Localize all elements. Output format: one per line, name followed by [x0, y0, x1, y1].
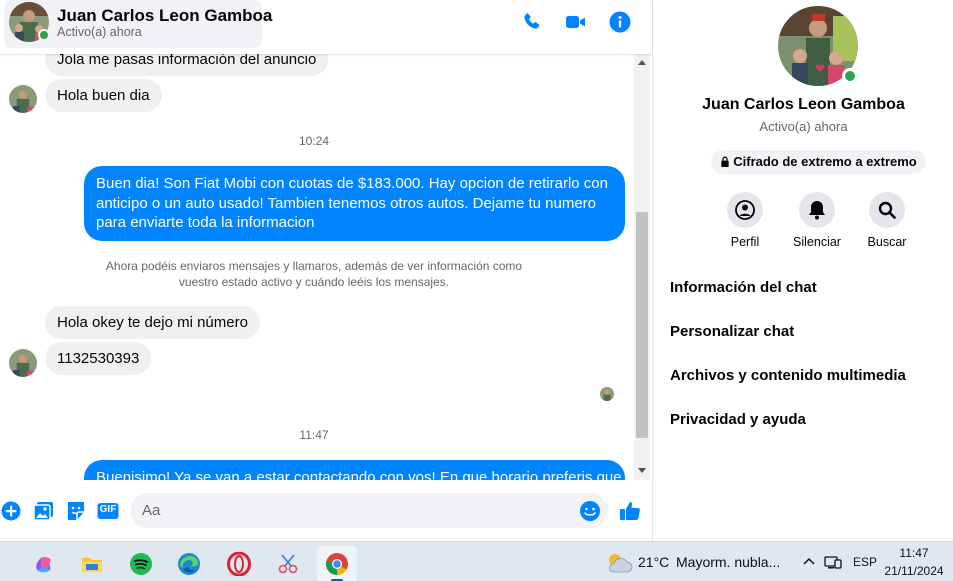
clock-time[interactable]: 11:47 — [884, 546, 944, 560]
gif-label: GIF — [99, 504, 117, 515]
lock-icon — [721, 156, 729, 167]
contact-status: Activo(a) ahora — [57, 25, 142, 39]
online-indicator — [842, 68, 858, 84]
sticker-icon[interactable] — [64, 499, 88, 523]
message-composer: GIF — [0, 488, 652, 534]
message-input[interactable] — [130, 493, 608, 528]
search-action[interactable]: Buscar — [851, 192, 923, 249]
taskbar-opera[interactable] — [219, 546, 259, 581]
edge-icon — [178, 553, 200, 575]
taskbar-file-explorer[interactable] — [72, 546, 112, 581]
read-receipt-avatar — [600, 387, 614, 401]
snipping-tool-icon — [278, 554, 298, 574]
video-camera-icon[interactable] — [564, 10, 588, 34]
thumbs-up-icon[interactable] — [618, 499, 642, 523]
mute-action-label: Silenciar — [793, 235, 841, 249]
message-bubble-incoming: Hola okey te dejo mi número — [45, 306, 260, 339]
windows-taskbar: 21°C Mayorm. nubla... ESP 11:47 21/11/20… — [0, 541, 953, 581]
profile-name: Juan Carlos Leon Gamboa — [702, 96, 905, 113]
contact-header-button[interactable]: Juan Carlos Leon Gamboa Activo(a) ahora — [4, 0, 272, 48]
online-indicator — [38, 29, 50, 41]
message-list[interactable]: Jola me pasas información del anuncio Ho… — [0, 54, 652, 480]
network-icon[interactable] — [824, 554, 842, 570]
contact-avatar-small — [9, 85, 37, 113]
chrome-icon — [326, 553, 348, 575]
weather-temperature: 21°C — [638, 554, 670, 570]
menu-privacy-help[interactable]: Privacidad y ayuda — [670, 411, 806, 428]
profile-action[interactable]: Perfil — [709, 192, 781, 249]
scroll-up-arrow[interactable] — [638, 60, 646, 65]
photo-icon[interactable] — [32, 499, 56, 523]
message-bubble-outgoing: Buenisimo! Ya se van a estar contactando… — [84, 460, 625, 480]
message-bubble-incoming: 1132530393 — [45, 342, 152, 375]
search-icon — [869, 192, 905, 228]
message-bubble-incoming: Jola me pasas información del anuncio — [45, 54, 329, 76]
gif-icon[interactable]: GIF — [96, 499, 120, 523]
message-scrollbar[interactable] — [634, 54, 650, 480]
taskbar-edge[interactable] — [169, 546, 209, 581]
taskbar-chrome[interactable] — [317, 546, 357, 581]
language-indicator[interactable]: ESP — [853, 555, 877, 569]
emoji-icon[interactable] — [578, 499, 602, 523]
phone-icon[interactable] — [520, 10, 544, 34]
menu-media-files[interactable]: Archivos y contenido multimedia — [670, 367, 906, 384]
bell-icon — [799, 192, 835, 228]
contact-name: Juan Carlos Leon Gamboa — [57, 6, 273, 25]
profile-status: Activo(a) ahora — [759, 119, 848, 134]
chevron-up-icon[interactable] — [801, 554, 817, 570]
profile-action-label: Perfil — [730, 235, 760, 249]
clock-date[interactable]: 21/11/2024 — [876, 564, 952, 578]
contact-avatar-small — [9, 349, 37, 377]
spotify-icon — [130, 553, 152, 575]
menu-customize-chat[interactable]: Personalizar chat — [670, 323, 794, 340]
file-explorer-icon — [82, 558, 102, 572]
taskbar-snipping-tool[interactable] — [268, 546, 308, 581]
chat-panel: Juan Carlos Leon Gamboa Activo(a) ahora … — [0, 0, 652, 541]
menu-chat-info[interactable]: Información del chat — [670, 279, 817, 296]
encryption-notice: Ahora podéis enviaros mensajes y llamaro… — [105, 259, 523, 289]
encryption-label: Cifrado de extremo a extremo — [733, 154, 917, 169]
cloud-sun-icon — [609, 554, 633, 573]
message-timestamp: 10:24 — [298, 134, 330, 148]
plus-icon[interactable] — [0, 499, 24, 523]
message-bubble-outgoing: Buen dia! Son Fiat Mobi con cuotas de $1… — [84, 166, 625, 241]
taskbar-spotify[interactable] — [121, 546, 161, 581]
message-bubble-incoming: Hola buen dia — [45, 79, 162, 112]
search-action-label: Buscar — [867, 235, 907, 249]
scroll-down-arrow[interactable] — [638, 468, 646, 473]
mute-action[interactable]: Silenciar — [781, 192, 853, 249]
chat-header: Juan Carlos Leon Gamboa Activo(a) ahora — [0, 0, 652, 54]
message-timestamp: 11:47 — [299, 428, 329, 442]
conversation-info-panel: Juan Carlos Leon Gamboa Activo(a) ahora … — [652, 0, 953, 541]
encryption-badge[interactable]: Cifrado de extremo a extremo — [711, 150, 926, 174]
weather-description: Mayorm. nubla... — [676, 554, 781, 570]
taskbar-copilot[interactable] — [24, 546, 64, 581]
info-icon[interactable] — [608, 10, 632, 34]
opera-icon — [227, 552, 251, 576]
scroll-thumb[interactable] — [636, 212, 648, 438]
copilot-icon — [36, 556, 51, 573]
profile-icon — [727, 192, 763, 228]
